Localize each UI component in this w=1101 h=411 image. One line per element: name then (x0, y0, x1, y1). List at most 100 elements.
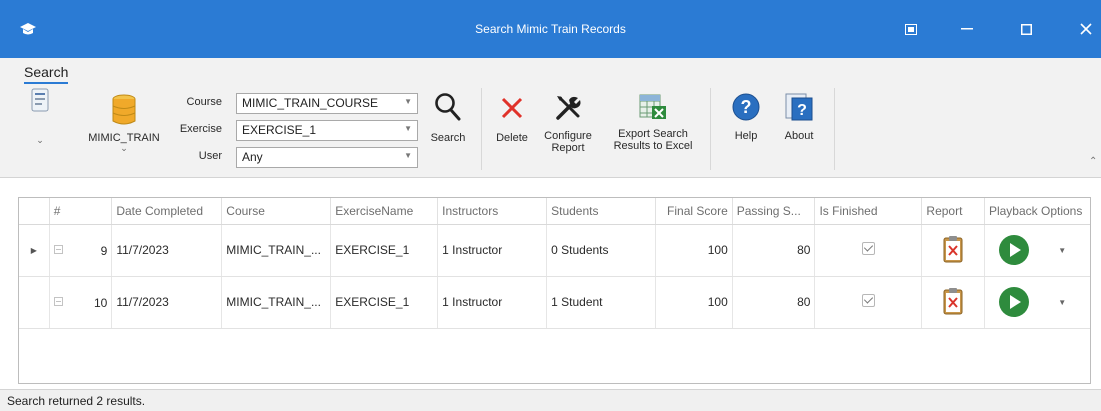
collapse-ribbon-icon[interactable]: ⌃ (1089, 156, 1097, 167)
restore-down-icon[interactable] (896, 14, 926, 44)
svg-text:?: ? (741, 97, 752, 117)
delete-icon (501, 97, 523, 119)
ribbon-separator (481, 88, 482, 170)
row-number-cell: 10 (49, 276, 113, 329)
column-header[interactable]: Students (546, 198, 657, 225)
playback-cell: ▼ (984, 224, 1090, 277)
column-header[interactable]: Passing S... (732, 198, 816, 225)
students-cell: 1 Student (546, 276, 657, 329)
play-icon[interactable] (998, 235, 1029, 265)
ribbon-separator (834, 88, 835, 170)
help-button-label: Help (734, 130, 758, 142)
finished-checkbox[interactable] (861, 242, 875, 255)
user-combobox[interactable]: Any ▼ (236, 147, 418, 168)
final-score-cell: 100 (655, 276, 733, 329)
exercise-cell: EXERCISE_1 (330, 224, 439, 277)
row-number: 10 (93, 296, 108, 310)
finished-checkbox[interactable] (861, 294, 875, 307)
play-icon[interactable] (998, 287, 1029, 317)
is-finished-cell (814, 276, 923, 329)
playback-cell: ▼ (984, 276, 1090, 329)
export-excel-button[interactable]: Export Search Results to Excel (604, 92, 702, 152)
close-icon[interactable] (1071, 14, 1101, 44)
chevron-down-icon: ⌄ (36, 135, 44, 145)
report-cell (921, 276, 985, 329)
column-header[interactable]: ExerciseName (330, 198, 439, 225)
expand-icon[interactable] (53, 245, 63, 255)
date-cell: 11/7/2023 (111, 224, 223, 277)
is-finished-cell (814, 224, 923, 277)
column-header[interactable]: Course (221, 198, 332, 225)
document-icon (31, 88, 49, 112)
export-label-line2: Results to Excel (613, 140, 693, 152)
report-icon[interactable] (943, 287, 963, 315)
exercise-cell: EXERCISE_1 (330, 276, 439, 329)
report-cell (921, 224, 985, 277)
search-button-label: Search (430, 132, 466, 144)
expand-icon[interactable] (53, 297, 63, 307)
database-selector[interactable]: MIMIC_TRAIN ⌄ (82, 94, 166, 153)
course-combobox[interactable]: MIMIC_TRAIN_COURSE ▼ (236, 93, 418, 114)
status-text: Search returned 2 results. (7, 394, 146, 408)
instructors-cell: 1 Instructor (437, 224, 548, 277)
final-score-cell: 100 (655, 224, 733, 277)
column-header[interactable]: Report (921, 198, 985, 225)
exercise-label: Exercise (179, 123, 222, 135)
ribbon: Search ⌄ MIMIC_TRAIN ⌄ Course MIMIC_TRAI… (0, 58, 1101, 178)
tab-search[interactable]: Search (24, 64, 69, 84)
chevron-down-icon[interactable]: ▼ (1058, 298, 1066, 307)
delete-button[interactable]: Delete (490, 96, 534, 144)
svg-text:?: ? (797, 102, 807, 119)
results-table: # Date Completed Course ExerciseName Ins… (19, 198, 1090, 329)
date-cell: 11/7/2023 (111, 276, 223, 329)
row-number-cell: 9 (49, 224, 113, 277)
column-header[interactable]: Final Score (655, 198, 733, 225)
table-row[interactable]: 10 11/7/2023 MIMIC_TRAIN_... EXERCISE_1 … (19, 276, 1090, 329)
column-header[interactable]: # (49, 198, 113, 225)
help-icon: ? (732, 93, 760, 121)
user-label: User (198, 150, 222, 162)
passing-score-cell: 80 (732, 276, 816, 329)
help-button[interactable]: ? Help (726, 92, 766, 142)
about-button[interactable]: ? About (776, 92, 822, 142)
window-title: Search Mimic Train Records (475, 22, 626, 36)
column-header[interactable]: Playback Options (984, 198, 1090, 225)
chevron-down-icon[interactable]: ▼ (1058, 246, 1066, 255)
configure-report-button[interactable]: Configure Report (540, 94, 596, 154)
results-grid: # Date Completed Course ExerciseName Ins… (18, 197, 1091, 384)
export-label-line1: Export Search (618, 128, 688, 140)
delete-button-label: Delete (496, 132, 528, 144)
course-cell: MIMIC_TRAIN_... (221, 276, 332, 329)
column-header[interactable]: Is Finished (814, 198, 923, 225)
search-icon (435, 93, 461, 121)
configure-label-line1: Configure (544, 130, 592, 142)
chevron-down-icon: ⌄ (120, 143, 128, 153)
search-button[interactable]: Search (428, 92, 468, 144)
column-header[interactable]: Instructors (437, 198, 548, 225)
configure-label-line2: Report (551, 142, 585, 154)
exercise-combobox[interactable]: EXERCISE_1 ▼ (236, 120, 418, 141)
table-row[interactable]: ▶ 9 11/7/2023 MIMIC_TRAIN_... EXERCISE_1… (19, 224, 1090, 277)
about-icon: ? (785, 93, 813, 121)
students-cell: 0 Students (546, 224, 657, 277)
dropdown-arrow-icon[interactable]: ▼ (404, 151, 412, 160)
row-number: 9 (100, 244, 108, 258)
maximize-icon[interactable] (1011, 14, 1041, 44)
table-header-row: # Date Completed Course ExerciseName Ins… (19, 198, 1090, 225)
tools-icon (556, 96, 581, 120)
dropdown-arrow-icon[interactable]: ▼ (404, 124, 412, 133)
report-icon[interactable] (943, 235, 963, 263)
passing-score-cell: 80 (732, 224, 816, 277)
about-button-label: About (784, 130, 814, 142)
dropdown-arrow-icon[interactable]: ▼ (404, 97, 412, 106)
title-bar: Search Mimic Train Records (0, 0, 1101, 58)
minimize-icon[interactable] (952, 14, 982, 44)
column-header[interactable]: Date Completed (111, 198, 223, 225)
row-indicator[interactable] (19, 276, 50, 329)
document-menu-button[interactable]: ⌄ (28, 88, 52, 146)
course-value: MIMIC_TRAIN_COURSE (242, 96, 379, 110)
course-cell: MIMIC_TRAIN_... (221, 224, 332, 277)
row-indicator[interactable]: ▶ (19, 224, 50, 277)
database-icon (112, 94, 136, 125)
status-bar: Search returned 2 results. (0, 389, 1101, 411)
